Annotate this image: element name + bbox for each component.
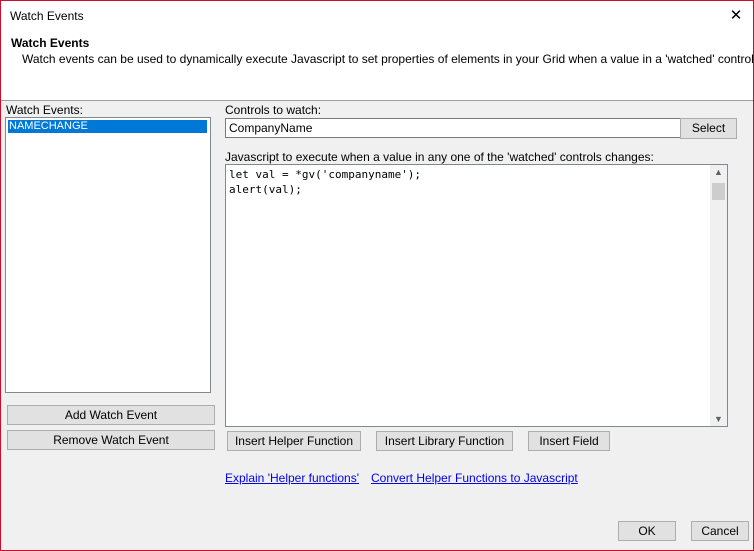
close-icon[interactable]: ✕ <box>719 1 753 31</box>
insert-field-button[interactable]: Insert Field <box>528 431 610 451</box>
script-editor[interactable]: let val = *gv('companyname'); alert(val)… <box>225 164 728 427</box>
scroll-down-icon[interactable]: ▼ <box>710 414 727 424</box>
controls-input[interactable]: CompanyName <box>225 118 706 138</box>
watch-events-label: Watch Events: <box>6 103 83 117</box>
code-line: alert(val); <box>229 183 302 196</box>
title-bar: Watch Events ✕ <box>1 1 753 31</box>
controls-label: Controls to watch: <box>225 103 322 117</box>
header-title: Watch Events <box>11 36 90 50</box>
cancel-button[interactable]: Cancel <box>691 521 749 541</box>
list-item[interactable]: NAMECHANGE <box>8 120 207 133</box>
add-watch-event-button[interactable]: Add Watch Event <box>7 405 215 425</box>
vertical-scrollbar[interactable]: ▲ ▼ <box>710 165 727 426</box>
convert-helper-functions-link[interactable]: Convert Helper Functions to Javascript <box>371 471 578 485</box>
scroll-up-icon[interactable]: ▲ <box>710 167 727 177</box>
insert-library-function-button[interactable]: Insert Library Function <box>376 431 513 451</box>
header-description: Watch events can be used to dynamically … <box>22 52 754 66</box>
code-line: let val = *gv('companyname'); <box>229 168 422 181</box>
explain-helper-functions-link[interactable]: Explain 'Helper functions' <box>225 471 359 485</box>
watch-events-dialog: Watch Events ✕ Watch Events Watch events… <box>0 0 754 551</box>
header-panel: Watch Events Watch events can be used to… <box>1 31 753 101</box>
scroll-thumb[interactable] <box>712 183 725 200</box>
script-code[interactable]: let val = *gv('companyname'); alert(val)… <box>229 167 421 197</box>
remove-watch-event-button[interactable]: Remove Watch Event <box>7 430 215 450</box>
select-button[interactable]: Select <box>680 118 737 139</box>
script-label: Javascript to execute when a value in an… <box>225 150 654 164</box>
insert-helper-function-button[interactable]: Insert Helper Function <box>227 431 361 451</box>
watch-events-list[interactable]: NAMECHANGE <box>5 117 211 393</box>
ok-button[interactable]: OK <box>618 521 676 541</box>
window-title: Watch Events <box>10 9 84 23</box>
